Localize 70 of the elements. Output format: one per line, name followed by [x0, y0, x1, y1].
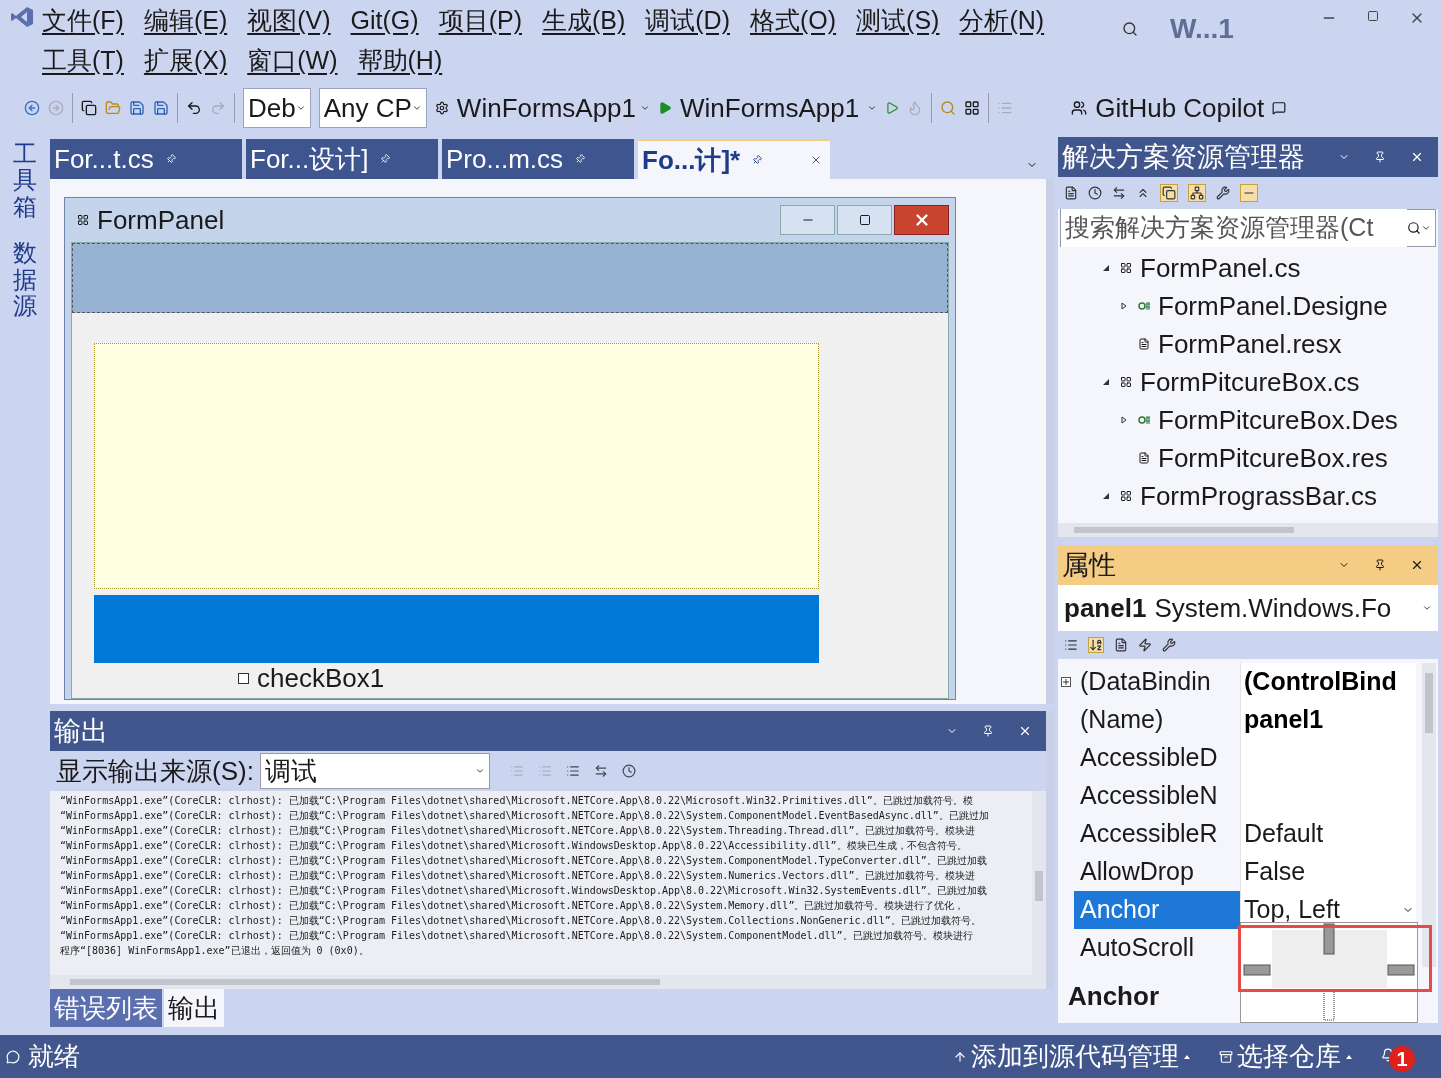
menu-item[interactable]: 帮助(H): [357, 40, 443, 80]
menu-item[interactable]: 窗口(W): [247, 40, 338, 80]
tree-item[interactable]: FormPitcureBox.Des: [1158, 400, 1398, 440]
menu-item[interactable]: 扩展(X): [143, 40, 228, 80]
source-label: 显示输出来源(S):: [56, 754, 254, 788]
property-value[interactable]: panel1: [1240, 701, 1416, 739]
status-text: 就绪: [28, 1040, 80, 1073]
output-line: “WinFormsApp1.exe”(CoreCLR: clrhost): 已加载“C:\Program Files\dotnet\shared\Microsoft.NETCore.App\8.0.22\System.ComponentModel.dll”。已跳过加载符号。模块进行: [60, 929, 973, 943]
window-title: W...1: [1170, 12, 1234, 46]
property-name[interactable]: AllowDrop: [1074, 853, 1240, 891]
object-name: panel1: [1064, 591, 1147, 625]
side-tab[interactable]: 数据源: [13, 240, 37, 320]
output-line: “WinFormsApp1.exe”(CoreCLR: clrhost): 已加载“C:\Program Files\dotnet\shared\Microsoft.WindowsDesktop.App\8.0.22\Microsoft.Win32.SystemEvents.dll”。已跳过加载: [60, 884, 987, 898]
property-value[interactable]: False: [1240, 853, 1416, 891]
property-name[interactable]: (Name): [1074, 701, 1240, 739]
output-line: “WinFormsApp1.exe”(CoreCLR: clrhost): 已加载“C:\Program Files\dotnet\shared\Microsoft.WindowsDesktop.App\8.0.22\Accessibility.dll”。模块已生成，不包含符号。: [60, 839, 967, 853]
panel-tab[interactable]: 错误列表: [50, 989, 162, 1027]
output-line: “WinFormsApp1.exe”(CoreCLR: clrhost): 已加载“C:\Program Files\dotnet\shared\Microsoft.NETCore.App\8.0.22\System.ComponentModel.EventBasedAsync.dll”。已跳过加: [60, 809, 989, 823]
configuration-dropdown[interactable]: Deb: [243, 88, 311, 128]
object-type: System.Windows.Fo: [1154, 591, 1392, 625]
document-tab[interactable]: For...设计]: [246, 139, 438, 179]
source-control-button[interactable]: 添加到源代码管理: [953, 1037, 1191, 1076]
document-tab[interactable]: For...t.cs: [50, 139, 242, 179]
tree-item[interactable]: FormPitcureBox.cs: [1140, 362, 1360, 402]
platform-dropdown[interactable]: Any CP: [318, 88, 427, 128]
panel-tab[interactable]: 输出: [164, 989, 224, 1027]
tree-item[interactable]: FormPanel.cs: [1140, 248, 1301, 288]
menu-item[interactable]: Git(G): [350, 0, 419, 40]
form-title: FormPanel: [97, 203, 225, 237]
source-dropdown[interactable]: 调试: [259, 753, 490, 789]
copilot-button[interactable]: GitHub Copilot: [1071, 95, 1265, 121]
output-line: “WinFormsApp1.exe”(CoreCLR: clrhost): 已加载“C:\Program Files\dotnet\shared\Microsoft.NETCore.App\8.0.22\Microsoft.Win32.Primitives.dll”。已跳过加载符号。模: [60, 794, 973, 808]
property-name[interactable]: (DataBindin: [1074, 663, 1240, 701]
side-tab[interactable]: 工具箱: [13, 141, 37, 221]
output-line: “WinFormsApp1.exe”(CoreCLR: clrhost): 已加载“C:\Program Files\dotnet\shared\Microsoft.NETCore.App\8.0.22\System.ComponentModel.TypeConverter.dll”。已跳过加载: [60, 854, 987, 868]
output-line: “WinFormsApp1.exe”(CoreCLR: clrhost): 已加载“C:\Program Files\dotnet\shared\Microsoft.NETCore.App\8.0.22\System.Collections.NonGeneric.dll”。已跳过加载符号。: [60, 914, 981, 928]
checkbox-label: checkBox1: [257, 665, 385, 691]
property-name[interactable]: AutoScroll: [1074, 929, 1240, 967]
property-value[interactable]: (ControlBind: [1240, 663, 1416, 701]
tree-item[interactable]: FormPanel.Designe: [1158, 286, 1388, 326]
menu-item[interactable]: 工具(T): [42, 40, 124, 80]
menu-item[interactable]: 文件(F): [42, 0, 124, 40]
tree-item[interactable]: FormPitcureBox.res: [1158, 438, 1388, 478]
document-tab[interactable]: Fo...计]*: [638, 139, 830, 179]
output-line: “WinFormsApp1.exe”(CoreCLR: clrhost): 已加载“C:\Program Files\dotnet\shared\Microsoft.NETCore.App\8.0.22\System.Threading.Thread.dll”。已跳过加载符号。模块进: [60, 824, 975, 838]
document-tab[interactable]: Pro...m.cs: [442, 139, 634, 179]
property-value[interactable]: Default: [1240, 815, 1416, 853]
panel-title: 输出: [54, 714, 108, 748]
menu-item[interactable]: 编辑(E): [143, 0, 228, 40]
output-line: “WinFormsApp1.exe”(CoreCLR: clrhost): 已加载“C:\Program Files\dotnet\shared\Microsoft.NETCore.App\8.0.22\System.Memory.dll”。已跳过加载符号。模块进行了优化，: [60, 899, 965, 913]
menu-item[interactable]: 生成(B): [541, 0, 626, 40]
menu-item[interactable]: 格式(O): [750, 0, 837, 40]
tree-item[interactable]: FormPrograssBar.cs: [1140, 476, 1377, 516]
tree-item[interactable]: FormPanel.resx: [1158, 324, 1342, 364]
panel-title: 属性: [1062, 548, 1116, 582]
notification-badge: 1: [1389, 1045, 1415, 1072]
panel-title: 解决方案资源管理器: [1062, 140, 1305, 174]
property-name[interactable]: Anchor: [1074, 891, 1240, 929]
output-line: 程序“[8036] WinFormsApp1.exe”已退出，返回值为 0 (0x0)。: [60, 944, 369, 958]
property-name[interactable]: AccessibleR: [1074, 815, 1240, 853]
menu-item[interactable]: 项目(P): [438, 0, 522, 40]
startup-project-dropdown[interactable]: WinFormsApp1: [456, 95, 650, 121]
menu-item[interactable]: 分析(N): [959, 0, 1045, 40]
output-line: “WinFormsApp1.exe”(CoreCLR: clrhost): 已加载“C:\Program Files\dotnet\shared\Microsoft.NETCore.App\8.0.22\System.Numerics.Vectors.dll”。已跳过加载符号。模块进: [60, 869, 975, 883]
description-title: Anchor: [1068, 981, 1159, 1011]
run-button[interactable]: WinFormsApp1: [658, 95, 878, 121]
menu-item[interactable]: 调试(D): [645, 0, 730, 40]
menu-item[interactable]: 测试(S): [856, 0, 940, 40]
menu-item[interactable]: 视图(V): [247, 0, 331, 40]
repository-button[interactable]: 选择仓库: [1219, 1037, 1353, 1076]
